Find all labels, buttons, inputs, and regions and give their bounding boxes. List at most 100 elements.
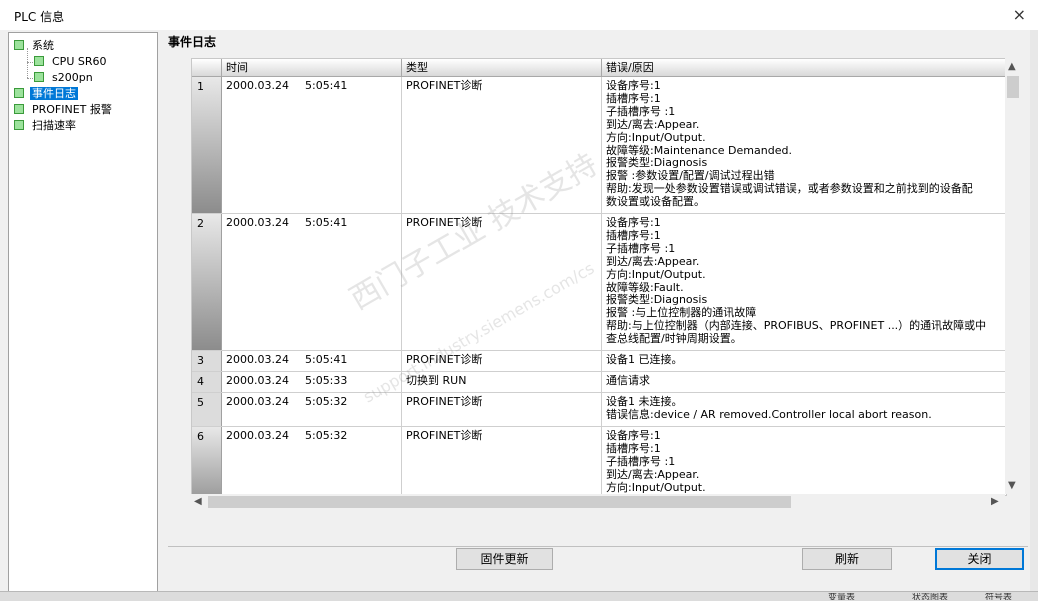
event-date: 2000.03.24 bbox=[226, 79, 289, 92]
event-log-grid[interactable]: 时间 类型 错误/原因 1 2000.03.24 5:05:41 PROFINET诊断… bbox=[191, 58, 1007, 496]
taskbar-tab-status-chart[interactable]: 状态图表 bbox=[912, 593, 948, 600]
cell-error-cause: 设备1 未连接。 错误信息:device / AR removed.Control… bbox=[602, 393, 1006, 426]
row-number: 2 bbox=[192, 214, 222, 350]
row-number: 4 bbox=[192, 372, 222, 392]
table-row[interactable]: 3 2000.03.24 5:05:41 PROFINET诊断 设备1 已连接。 bbox=[192, 351, 1006, 372]
table-row[interactable]: 6 2000.03.24 5:05:32 PROFINET诊断 设备序号:1 插槽序号:1… bbox=[192, 427, 1006, 495]
table-row[interactable]: 5 2000.03.24 5:05:32 PROFINET诊断 设备1 未连接。 错误信息… bbox=[192, 393, 1006, 427]
status-square-icon bbox=[14, 88, 24, 98]
error-cause-line: 方向:Input/Output. bbox=[606, 130, 706, 144]
close-button[interactable]: 关闭 bbox=[935, 548, 1024, 570]
error-cause-line: 子插槽序号 :1 bbox=[606, 454, 676, 468]
cell-error-cause: 通信请求 bbox=[602, 372, 1006, 392]
vertical-scrollbar[interactable]: ▲ ▼ bbox=[1005, 58, 1021, 494]
error-cause-line: 插槽序号:1 bbox=[606, 228, 661, 242]
error-cause-line: 子插槽序号 :1 bbox=[606, 104, 676, 118]
status-square-icon bbox=[34, 56, 44, 66]
cell-time: 2000.03.24 5:05:41 bbox=[222, 77, 402, 213]
cell-error-cause: 设备序号:1 插槽序号:1 子插槽序号 :1 到达/离去:Appear. 方向:Inpu… bbox=[602, 427, 1006, 495]
event-time: 5:05:41 bbox=[304, 79, 348, 92]
cell-type: PROFINET诊断 bbox=[402, 77, 602, 213]
error-cause-line: 数设置或设备配置。 bbox=[606, 195, 705, 209]
error-cause-line: 到达/离去:Appear. bbox=[606, 254, 700, 268]
error-cause-line: 方向:Input/Output. bbox=[606, 267, 706, 281]
event-date: 2000.03.24 bbox=[226, 353, 289, 366]
error-cause-line: 插槽序号:1 bbox=[606, 91, 661, 105]
cell-error-cause: 设备序号:1 插槽序号:1 子插槽序号 :1 到达/离去:Appear. 方向:Inpu… bbox=[602, 214, 1006, 350]
event-time: 5:05:41 bbox=[304, 353, 348, 366]
error-cause-line: 到达/离去:Appear. bbox=[606, 467, 700, 481]
cell-time: 2000.03.24 5:05:33 bbox=[222, 372, 402, 392]
scroll-right-icon[interactable]: ▶ bbox=[991, 496, 999, 507]
error-cause-line: 子插槽序号 :1 bbox=[606, 241, 676, 255]
firmware-update-button[interactable]: 固件更新 bbox=[456, 548, 553, 570]
button-separator bbox=[168, 546, 1028, 547]
table-row[interactable]: 1 2000.03.24 5:05:41 PROFINET诊断 设备序号:1 插槽序号:1… bbox=[192, 77, 1006, 214]
error-cause-line: 设备1 已连接。 bbox=[606, 353, 683, 366]
tree-item-cpu-sr60[interactable]: CPU SR60 bbox=[34, 54, 108, 69]
cell-time: 2000.03.24 5:05:41 bbox=[222, 351, 402, 371]
header-error-cause[interactable]: 错误/原因 bbox=[602, 59, 1006, 77]
event-date: 2000.03.24 bbox=[226, 395, 289, 408]
header-type[interactable]: 类型 bbox=[402, 59, 602, 77]
event-time: 5:05:33 bbox=[304, 374, 348, 387]
tree-item-scan-rate[interactable]: 扫描速率 bbox=[14, 118, 78, 133]
error-cause-line: 错误信息:device / AR removed.Controller loca… bbox=[606, 407, 932, 421]
nav-tree: 系统 CPU SR60 s200pn 事件日志 PROFINET 报警 扫描速率 bbox=[8, 32, 158, 592]
status-square-icon bbox=[14, 120, 24, 130]
close-icon[interactable]: × bbox=[1013, 5, 1026, 24]
error-cause-line: 通信请求 bbox=[606, 374, 650, 387]
row-number: 1 bbox=[192, 77, 222, 213]
event-time: 5:05:32 bbox=[304, 429, 348, 442]
cell-type: PROFINET诊断 bbox=[402, 393, 602, 426]
cell-type: 切换到 RUN bbox=[402, 372, 602, 392]
event-time: 5:05:41 bbox=[304, 216, 348, 229]
title-bar: PLC 信息 × bbox=[0, 0, 1038, 30]
error-cause-line: 插槽序号:1 bbox=[606, 441, 661, 455]
refresh-button[interactable]: 刷新 bbox=[802, 548, 892, 570]
window-title: PLC 信息 bbox=[14, 10, 65, 24]
taskbar-tab-symbol-table[interactable]: 符号表 bbox=[985, 593, 1012, 600]
error-cause-line: 到达/离去:Appear. bbox=[606, 117, 700, 131]
row-number: 6 bbox=[192, 427, 222, 495]
panel-title: 事件日志 bbox=[168, 35, 217, 49]
status-square-icon bbox=[14, 104, 24, 114]
taskbar-tab-variables[interactable]: 变量表 bbox=[828, 593, 855, 600]
table-row[interactable]: 4 2000.03.24 5:05:33 切换到 RUN 通信请求 bbox=[192, 372, 1006, 393]
tree-item-s200pn[interactable]: s200pn bbox=[34, 70, 95, 85]
event-date: 2000.03.24 bbox=[226, 429, 289, 442]
scroll-down-icon[interactable]: ▼ bbox=[1008, 480, 1016, 491]
left-edge bbox=[0, 30, 8, 600]
horizontal-scrollbar[interactable]: ◀ ▶ bbox=[191, 494, 1005, 510]
header-time[interactable]: 时间 bbox=[222, 59, 402, 77]
vertical-scroll-thumb[interactable] bbox=[1007, 76, 1019, 98]
row-number: 5 bbox=[192, 393, 222, 426]
error-cause-line: 设备序号:1 bbox=[606, 429, 661, 442]
scroll-up-icon[interactable]: ▲ bbox=[1008, 61, 1016, 72]
cell-time: 2000.03.24 5:05:32 bbox=[222, 393, 402, 426]
event-date: 2000.03.24 bbox=[226, 216, 289, 229]
status-square-icon bbox=[34, 72, 44, 82]
error-cause-line: 设备序号:1 bbox=[606, 79, 661, 92]
tree-item-system[interactable]: 系统 bbox=[14, 38, 56, 53]
cell-type: PROFINET诊断 bbox=[402, 214, 602, 350]
cell-type: PROFINET诊断 bbox=[402, 427, 602, 495]
cell-time: 2000.03.24 5:05:32 bbox=[222, 427, 402, 495]
error-cause-line: 方向:Input/Output. bbox=[606, 480, 706, 494]
event-time: 5:05:32 bbox=[304, 395, 348, 408]
header-row-number bbox=[192, 59, 222, 77]
event-date: 2000.03.24 bbox=[226, 374, 289, 387]
error-cause-line: 设备1 未连接。 bbox=[606, 395, 683, 408]
scroll-left-icon[interactable]: ◀ bbox=[194, 496, 202, 507]
row-number: 3 bbox=[192, 351, 222, 371]
tree-item-profinet-alarm[interactable]: PROFINET 报警 bbox=[14, 102, 114, 117]
status-square-icon bbox=[14, 40, 24, 50]
cell-time: 2000.03.24 5:05:41 bbox=[222, 214, 402, 350]
horizontal-scroll-thumb[interactable] bbox=[208, 496, 791, 508]
cell-error-cause: 设备序号:1 插槽序号:1 子插槽序号 :1 到达/离去:Appear. 方向:Inpu… bbox=[602, 77, 1006, 213]
right-edge bbox=[1030, 30, 1038, 592]
cell-error-cause: 设备1 已连接。 bbox=[602, 351, 1006, 371]
tree-item-event-log[interactable]: 事件日志 bbox=[14, 86, 78, 101]
error-cause-line: 查总线配置/时钟周期设置。 bbox=[606, 332, 742, 346]
table-row[interactable]: 2 2000.03.24 5:05:41 PROFINET诊断 设备序号:1 插槽序号:1… bbox=[192, 214, 1006, 351]
